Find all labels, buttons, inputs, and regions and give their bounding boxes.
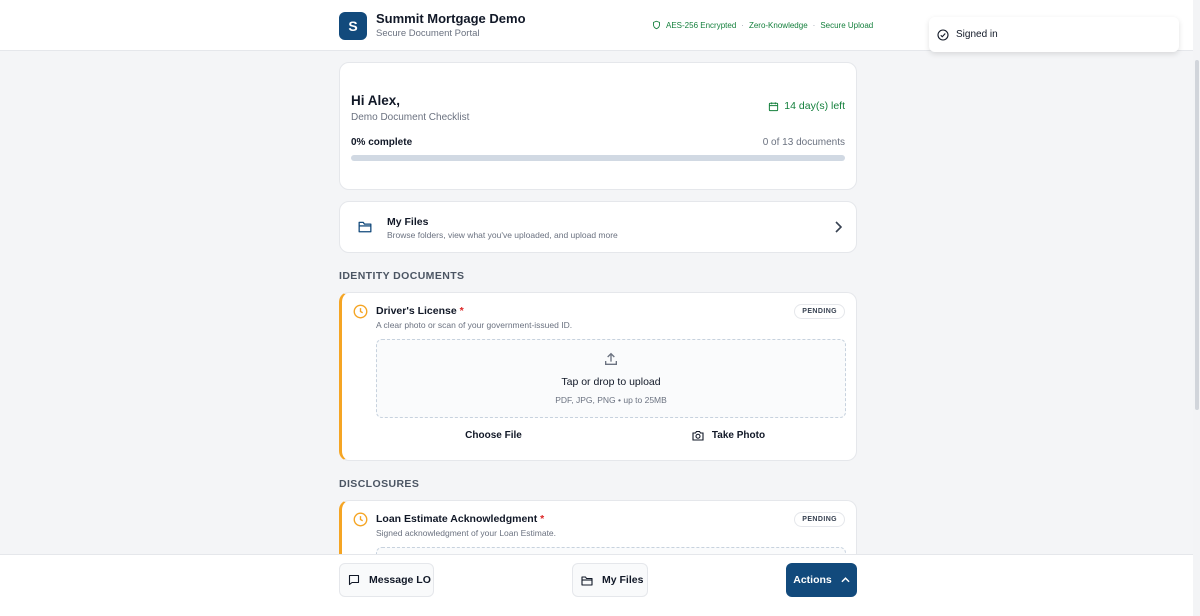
days-left: 14 day(s) left [768,100,845,112]
days-left-label: 14 day(s) left [784,100,845,112]
required-mark: * [459,305,464,317]
greeting: Hi Alex, [351,93,401,108]
calendar-icon [768,101,779,112]
bottom-action-bar: Message LO My Files Actions [0,554,1193,616]
folder-icon [358,220,372,233]
brand: S Summit Mortgage Demo Secure Document P… [339,11,526,41]
percent-complete: 0% complete [351,137,413,148]
security-item-encryption: AES-256 Encrypted [666,20,737,30]
document-title: Driver's License * [376,305,464,317]
take-photo-button[interactable]: Take Photo [611,423,846,447]
progress-bar [351,155,845,161]
security-badges: AES-256 Encrypted · Zero-Knowledge · Sec… [652,20,873,30]
required-mark: * [540,513,545,525]
scrollbar-thumb[interactable] [1195,60,1199,410]
section-label-disclosures: DISCLOSURES [339,478,420,490]
my-files-card[interactable]: My Files Browse folders, view what you'v… [339,201,857,253]
separator: · [741,20,744,30]
document-description: A clear photo or scan of your government… [376,320,573,330]
upload-dropzone[interactable]: Tap or drop to upload PDF, JPG, PNG • up… [376,339,846,418]
document-count: 0 of 13 documents [762,137,845,148]
actions-label: Actions [793,574,832,586]
document-title-text: Loan Estimate Acknowledgment [376,513,538,525]
logo: S [339,12,367,40]
my-files-label: My Files [602,574,644,586]
status-badge: PENDING [794,512,845,527]
security-item-secure-upload: Secure Upload [820,20,874,30]
signed-in-toast[interactable]: Signed in [929,17,1179,52]
check-circle-icon [937,28,949,41]
separator: · [812,20,816,30]
app-name: Summit Mortgage Demo [376,11,526,26]
checklist-name: Demo Document Checklist [351,112,470,123]
status-badge: PENDING [794,304,845,319]
dropzone-title: Tap or drop to upload [561,376,661,388]
my-files-description: Browse folders, view what you've uploade… [387,230,618,240]
document-card-drivers-license: Driver's License * A clear photo or scan… [339,292,857,461]
message-icon [348,574,360,586]
dropzone-subtitle: PDF, JPG, PNG • up to 25MB [555,395,667,405]
document-title: Loan Estimate Acknowledgment * [376,513,544,525]
clock-icon [353,512,368,527]
brand-text: Summit Mortgage Demo Secure Document Por… [376,11,526,41]
chevron-right-icon [834,221,842,233]
choose-file-button[interactable]: Choose File [376,423,611,447]
chevron-up-icon [841,577,850,583]
my-files-button[interactable]: My Files [572,563,648,597]
document-title-text: Driver's License [376,305,457,317]
toast-message: Signed in [956,29,998,40]
camera-icon [692,430,704,441]
upload-icon [603,351,619,367]
folder-icon [581,575,593,586]
take-photo-label: Take Photo [711,429,766,441]
shield-icon [652,20,661,30]
section-label-identity: IDENTITY DOCUMENTS [339,270,465,282]
document-description: Signed acknowledgment of your Loan Estim… [376,528,557,538]
clock-icon [353,304,368,319]
security-item-zero-knowledge: Zero-Knowledge [748,20,808,30]
my-files-title: My Files [387,216,429,228]
message-lo-label: Message LO [369,574,431,586]
app-subtitle: Secure Document Portal [376,28,480,39]
welcome-card: Hi Alex, Demo Document Checklist 14 day(… [339,62,857,190]
actions-button[interactable]: Actions [786,563,857,597]
message-lo-button[interactable]: Message LO [339,563,434,597]
